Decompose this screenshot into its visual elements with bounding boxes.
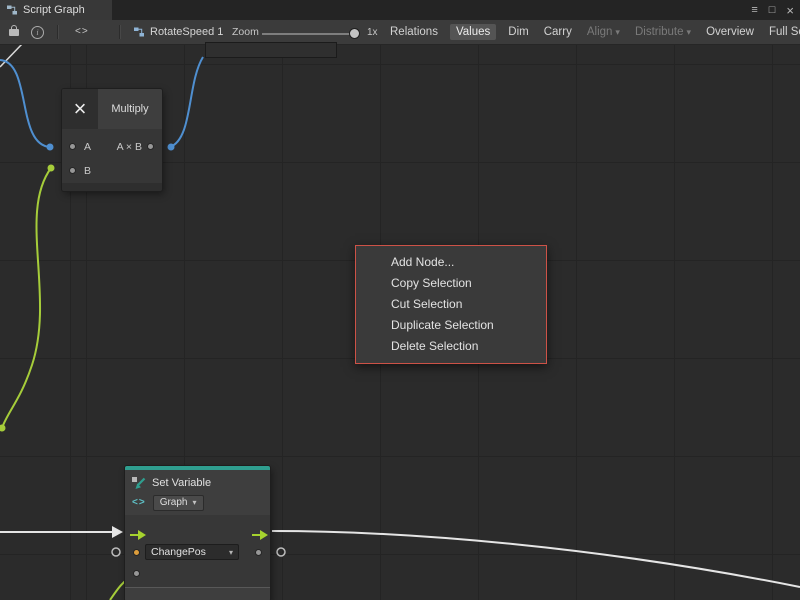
window-menu-icon[interactable]: ≡	[751, 4, 757, 16]
value-input-row	[125, 563, 270, 584]
titlebar: Script Graph ≡ □ ×	[0, 0, 800, 21]
chevron-down-icon	[615, 26, 620, 38]
align-label: Align	[587, 26, 613, 38]
wire-dot-green	[48, 165, 55, 172]
chevron-down-icon	[687, 26, 692, 38]
node-multiply-body: A A × B B	[62, 129, 162, 183]
port-circle[interactable]	[112, 548, 120, 556]
zoom-value: 1x	[367, 27, 378, 38]
window-controls: ≡ □ ×	[751, 0, 794, 20]
node-set-variable-body: ChangePos	[125, 515, 270, 587]
info-icon[interactable]: i	[31, 26, 44, 39]
input-port-a[interactable]	[69, 143, 76, 150]
chevron-down-icon	[229, 546, 233, 558]
tab-title: Script Graph	[23, 4, 85, 16]
toolbar-separator	[119, 25, 121, 39]
graph-asset-icon	[133, 26, 145, 38]
menu-item-cut-selection[interactable]: Cut Selection	[356, 294, 546, 315]
menu-item-delete-selection[interactable]: Delete Selection	[356, 336, 546, 357]
wire-dot-blue	[47, 144, 54, 151]
graph-reference-label: RotateSpeed 1	[150, 26, 223, 38]
node-set-variable-header[interactable]: Set Variable <> Graph	[125, 470, 270, 515]
graph-canvas[interactable]: × Multiply A A × B B	[0, 45, 800, 600]
script-graph-tab-icon	[6, 4, 18, 16]
wire-arrowhead	[112, 526, 123, 538]
zoom-slider-track[interactable]	[262, 33, 358, 35]
fullscreen-button[interactable]: Full Screen	[766, 24, 800, 40]
variable-scope-label: Graph	[160, 497, 188, 508]
port-a-label: A	[84, 141, 91, 153]
maximize-icon[interactable]: □	[769, 4, 776, 16]
wire-blue-in	[0, 60, 50, 147]
multiply-icon: ×	[62, 89, 98, 129]
node-footer	[62, 183, 162, 191]
wire-white-top	[0, 45, 23, 67]
port-row: A A × B	[62, 135, 162, 159]
output-port-result[interactable]	[147, 143, 154, 150]
wire-blue-out	[170, 57, 203, 147]
name-input-port[interactable]	[133, 549, 140, 556]
port-b-label: B	[84, 165, 91, 177]
context-menu: Add Node... Copy Selection Cut Selection…	[355, 245, 547, 364]
node-multiply[interactable]: × Multiply A A × B B	[62, 89, 162, 191]
node-title: Set Variable	[152, 477, 211, 489]
wire-dot-blue	[168, 144, 175, 151]
graph-toolbar: i <> RotateSpeed 1 Zoom 1x Relations Val…	[0, 20, 800, 45]
value-input-port[interactable]	[133, 570, 140, 577]
graph-scope-icon: <>	[132, 497, 146, 508]
node-multiply-header[interactable]: × Multiply	[62, 89, 162, 129]
toolbar-buttons: Relations Values Dim Carry Align Distrib…	[387, 20, 800, 44]
port-result-label: A × B	[117, 141, 142, 153]
node-set-variable[interactable]: Set Variable <> Graph	[125, 466, 270, 600]
chevron-down-icon	[192, 497, 196, 508]
zoom-label: Zoom	[232, 26, 259, 38]
port-circle[interactable]	[277, 548, 285, 556]
code-icon[interactable]: <>	[75, 26, 89, 37]
values-button[interactable]: Values	[450, 24, 496, 40]
distribute-button[interactable]: Distribute	[632, 24, 694, 40]
zoom-slider-knob[interactable]	[349, 28, 360, 39]
distribute-label: Distribute	[635, 26, 684, 38]
overview-button[interactable]: Overview	[703, 24, 757, 40]
lock-icon[interactable]	[9, 29, 19, 36]
set-variable-icon	[132, 477, 146, 490]
tab-script-graph[interactable]: Script Graph	[0, 0, 112, 20]
toolbar-separator	[57, 25, 59, 39]
variable-name-label: ChangePos	[151, 546, 206, 558]
variable-name-row: ChangePos	[125, 542, 270, 563]
node-title: Multiply	[98, 89, 162, 129]
input-port-b[interactable]	[69, 167, 76, 174]
wire-white-right	[272, 531, 800, 587]
empty-field	[205, 42, 337, 58]
graph-reference[interactable]: RotateSpeed 1	[133, 20, 223, 44]
wire-green-long	[2, 168, 51, 428]
dim-button[interactable]: Dim	[505, 24, 531, 40]
node-footer	[125, 587, 270, 600]
variable-scope-dropdown[interactable]: Graph	[153, 495, 204, 511]
port-row: B	[62, 159, 162, 183]
flow-port-row	[125, 522, 270, 542]
wire-dot-green	[0, 425, 6, 432]
close-icon[interactable]: ×	[786, 3, 794, 18]
carry-button[interactable]: Carry	[541, 24, 575, 40]
value-output-port[interactable]	[255, 549, 262, 556]
relations-button[interactable]: Relations	[387, 24, 441, 40]
script-graph-window: Script Graph ≡ □ × i <> RotateSpeed 1 Zo…	[0, 0, 800, 600]
menu-item-add-node[interactable]: Add Node...	[356, 252, 546, 273]
variable-name-dropdown[interactable]: ChangePos	[145, 544, 239, 560]
menu-item-copy-selection[interactable]: Copy Selection	[356, 273, 546, 294]
align-button[interactable]: Align	[584, 24, 623, 40]
menu-item-duplicate-selection[interactable]: Duplicate Selection	[356, 315, 546, 336]
